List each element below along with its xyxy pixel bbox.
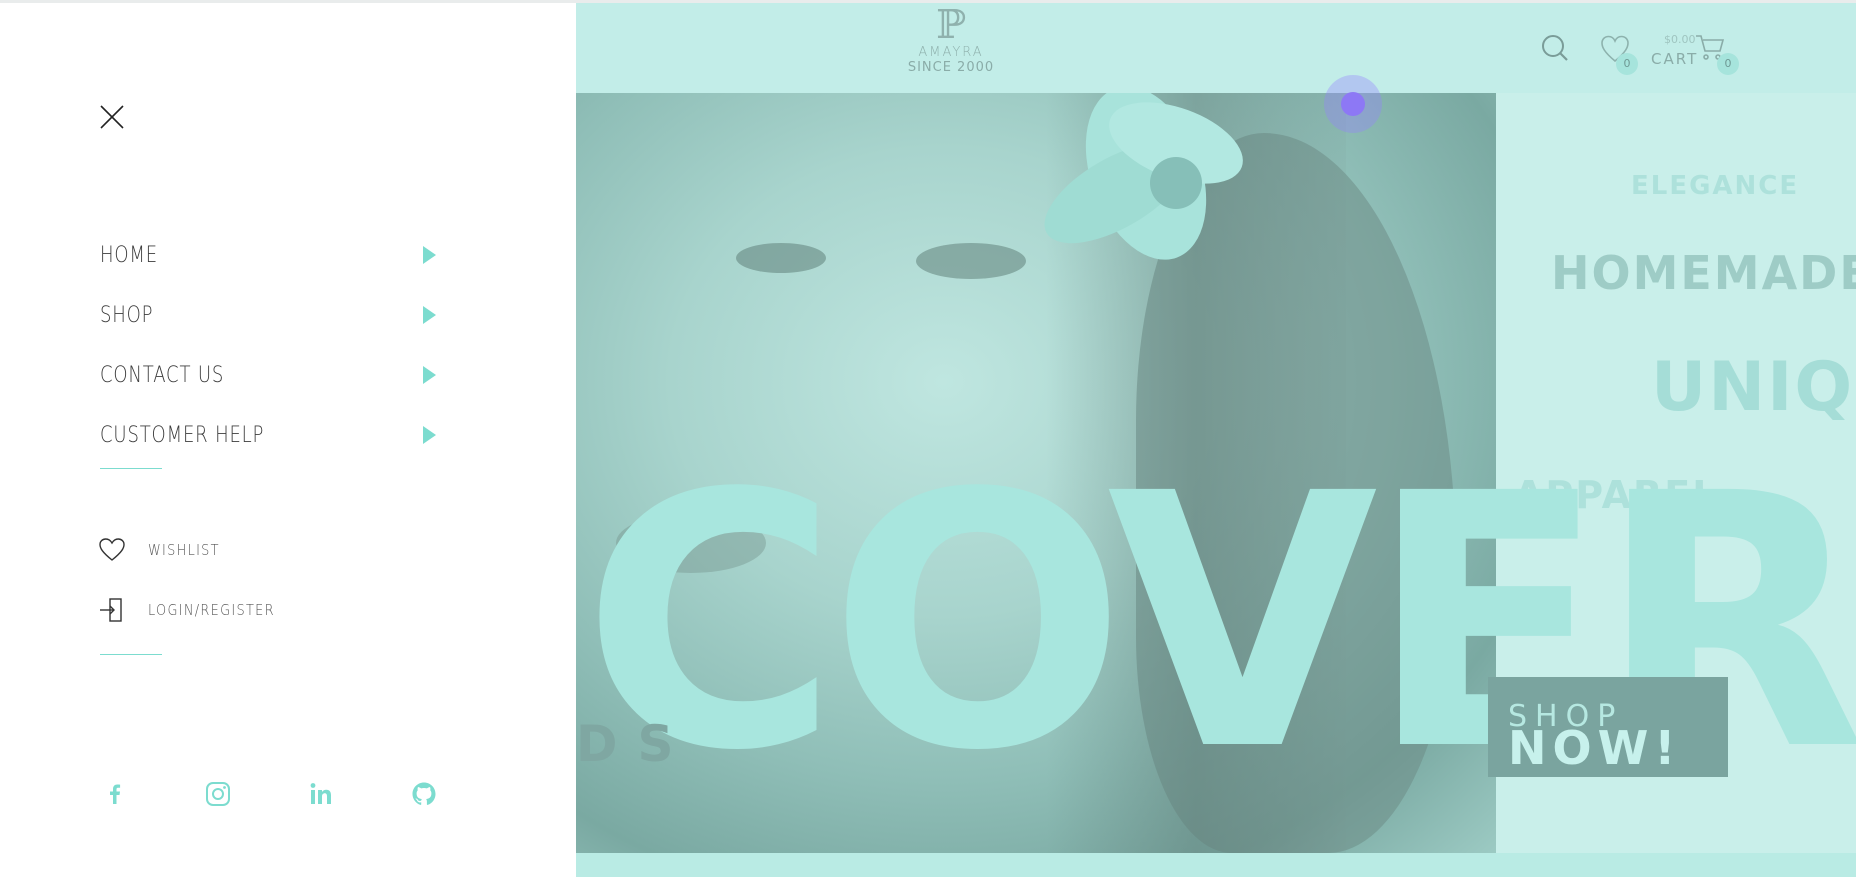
logo-tagline: SINCE 2000 <box>907 60 995 75</box>
caret-right-icon[interactable] <box>423 366 436 384</box>
cart-count-badge: 0 <box>1717 53 1739 75</box>
cart-total: $0.00 <box>1664 33 1696 46</box>
instagram-link[interactable] <box>203 779 233 809</box>
instagram-icon <box>206 782 230 806</box>
logo-name: AMAYRA <box>918 45 984 60</box>
divider <box>100 468 162 469</box>
search-icon[interactable] <box>1539 33 1571 65</box>
facebook-link[interactable] <box>100 779 130 809</box>
linkedin-icon <box>310 783 331 804</box>
wishlist-count-badge: 0 <box>1616 53 1638 75</box>
eye-shape <box>736 243 826 273</box>
menu-item-customer-help[interactable]: CUSTOMER HELP <box>100 405 440 465</box>
cursor-indicator <box>1324 75 1382 133</box>
caret-right-icon[interactable] <box>423 306 436 324</box>
divider <box>100 654 162 655</box>
shop-now-button[interactable]: SHOP NOW! <box>1488 677 1728 777</box>
login-register-link[interactable]: LOGIN/REGISTER <box>98 596 295 624</box>
caret-right-icon[interactable] <box>423 426 436 444</box>
github-link[interactable] <box>409 779 439 809</box>
cart-label[interactable]: CART <box>1651 50 1698 68</box>
social-links <box>100 779 512 809</box>
hero-bottom-strip <box>576 853 1856 877</box>
menu-item-label: CONTACT US <box>100 362 225 388</box>
heart-icon <box>99 538 125 561</box>
menu-item-label: CUSTOMER HELP <box>100 422 265 448</box>
menu-item-label: SHOP <box>100 302 154 328</box>
hero-side-text: DS <box>576 715 694 773</box>
hero-word: ELEGANCE <box>1631 171 1800 201</box>
logo-mark-icon: ℙ <box>935 3 967 48</box>
wishlist-link[interactable]: WISHLIST <box>98 536 232 564</box>
facebook-icon <box>110 784 121 804</box>
menu-item-label: HOME <box>100 242 159 268</box>
menu-item-shop[interactable]: SHOP <box>100 285 440 345</box>
close-icon <box>100 105 124 129</box>
site-header: ℙ AMAYRA SINCE 2000 0 $0.00 CART 0 <box>576 3 1856 93</box>
hero-section: ℙ AMAYRA SINCE 2000 0 $0.00 CART 0 ELEGA… <box>576 3 1856 877</box>
orchid-icon <box>1044 93 1243 260</box>
hero-word: UNIQUE <box>1651 348 1856 427</box>
menu-item-home[interactable]: HOME <box>100 225 440 285</box>
github-icon <box>412 782 436 805</box>
side-drawer: HOME SHOP CONTACT US CUSTOMER HELP WISHL… <box>0 3 576 877</box>
menu-item-contact-us[interactable]: CONTACT US <box>100 345 440 405</box>
login-icon <box>100 598 122 622</box>
linkedin-link[interactable] <box>306 779 336 809</box>
drawer-menu: HOME SHOP CONTACT US CUSTOMER HELP <box>100 225 440 465</box>
site-logo[interactable]: ℙ AMAYRA SINCE 2000 <box>906 5 996 93</box>
shop-now-line2: NOW! <box>1508 721 1682 775</box>
caret-right-icon[interactable] <box>423 246 436 264</box>
login-register-label: LOGIN/REGISTER <box>148 601 275 619</box>
wishlist-label: WISHLIST <box>148 541 220 559</box>
close-button[interactable] <box>98 103 126 131</box>
hero-word: HOMEMADE <box>1551 246 1856 300</box>
